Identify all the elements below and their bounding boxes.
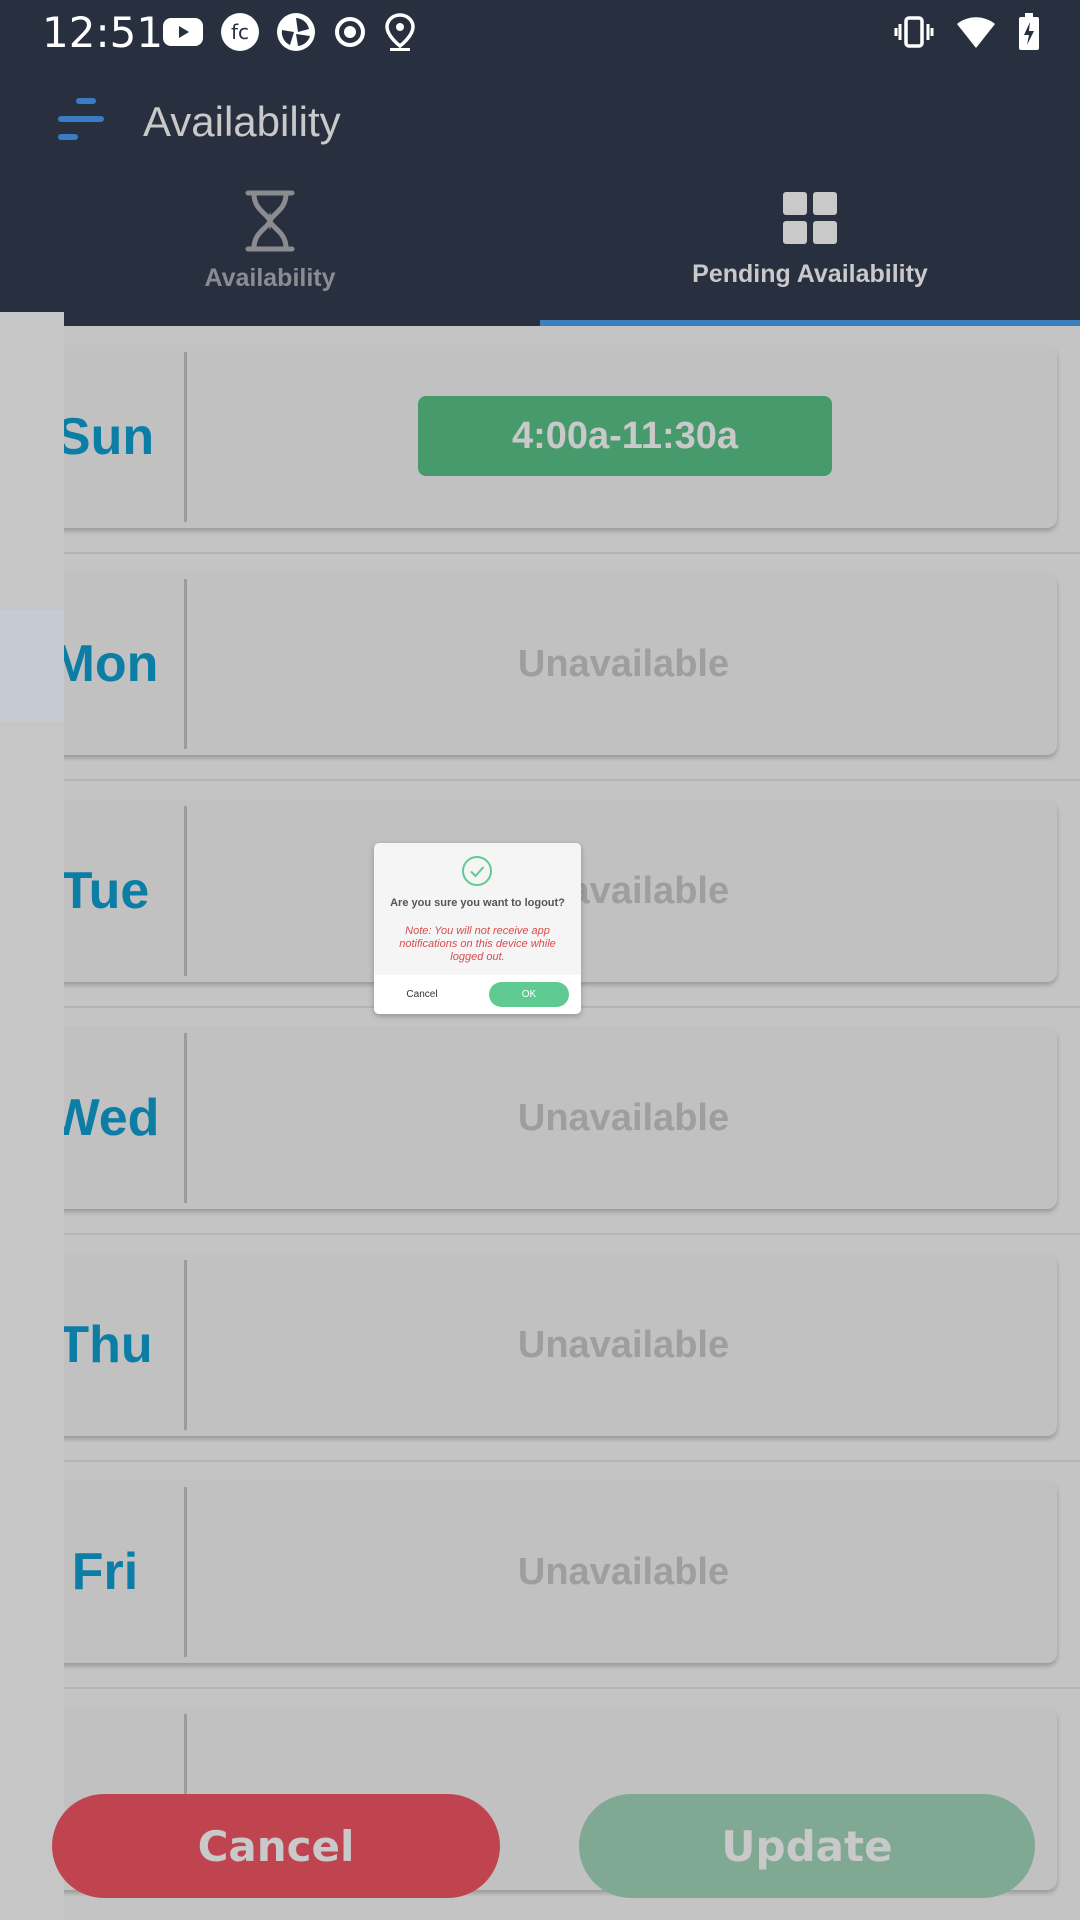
notification-icons: fc [162, 10, 416, 54]
dialog-ok-button[interactable]: OK [489, 982, 569, 1007]
day-row-wed: Wed Unavailable [0, 1007, 1080, 1235]
day-divider [184, 1487, 187, 1657]
day-row-sun: Sun 4:00a-11:30a [0, 326, 1080, 554]
dialog-actions: Cancel OK [374, 975, 581, 1014]
day-card[interactable]: Sun 4:00a-11:30a [30, 346, 1057, 528]
update-button[interactable]: Update [579, 1794, 1035, 1898]
day-status: Unavailable [517, 1551, 730, 1593]
dialog-title: Are you sure you want to logout? [390, 897, 565, 909]
day-row-mon: Mon Unavailable [0, 553, 1080, 781]
dialog-note: Note: You will not receive app notificat… [399, 925, 556, 963]
record-icon [335, 17, 365, 47]
day-status: Unavailable [517, 1324, 730, 1366]
day-divider [184, 352, 187, 522]
vibrate-icon [894, 16, 934, 48]
time-slot-pill[interactable]: 4:00a-11:30a [418, 396, 832, 476]
battery-charging-icon [1019, 13, 1039, 50]
status-time: 12:51 [42, 8, 164, 57]
day-divider [184, 579, 187, 749]
status-bar: 12:51 fc [0, 0, 1080, 62]
grid-icon [783, 192, 837, 244]
svg-text:fc: fc [231, 20, 249, 44]
tab-pending-availability[interactable]: Pending Availability [540, 190, 1080, 326]
app-header: Availability Availability Pending Availa… [0, 62, 1080, 326]
day-card[interactable]: Mon Unavailable [30, 573, 1057, 755]
fc-app-icon: fc [221, 13, 259, 51]
youtube-icon [163, 18, 203, 46]
menu-icon[interactable] [58, 94, 104, 144]
drawer-selected-item[interactable] [0, 610, 64, 722]
tab-availability[interactable]: Availability [0, 190, 540, 326]
system-icons [894, 10, 1040, 54]
day-row-thu: Thu Unavailable [0, 1234, 1080, 1462]
navigation-drawer-edge[interactable] [0, 312, 64, 1920]
shutter-app-icon [277, 13, 315, 51]
dialog-cancel-button[interactable]: Cancel [392, 985, 452, 1005]
tab-availability-label: Availability [204, 264, 336, 292]
tab-pending-label: Pending Availability [692, 260, 928, 288]
day-divider [184, 806, 187, 976]
day-divider [184, 1260, 187, 1430]
cancel-button[interactable]: Cancel [52, 1794, 500, 1898]
wifi-icon [957, 17, 995, 48]
hourglass-icon [245, 190, 295, 252]
logout-dialog: Are you sure you want to logout? Note: Y… [374, 843, 581, 1014]
location-icon [385, 13, 415, 51]
day-card[interactable]: Wed Unavailable [30, 1027, 1057, 1209]
day-divider [184, 1033, 187, 1203]
day-status: Unavailable [517, 1097, 730, 1139]
day-row-fri: Fri Unavailable [0, 1461, 1080, 1689]
page-title: Availability [143, 98, 341, 145]
check-circle-icon [462, 856, 492, 886]
availability-list[interactable]: Sun 4:00a-11:30a Mon Unavailable Tue Una… [0, 326, 1080, 1920]
day-card[interactable]: Fri Unavailable [30, 1481, 1057, 1663]
day-status: Unavailable [517, 643, 730, 685]
day-status: Unavailable [517, 870, 730, 912]
day-card[interactable]: Thu Unavailable [30, 1254, 1057, 1436]
